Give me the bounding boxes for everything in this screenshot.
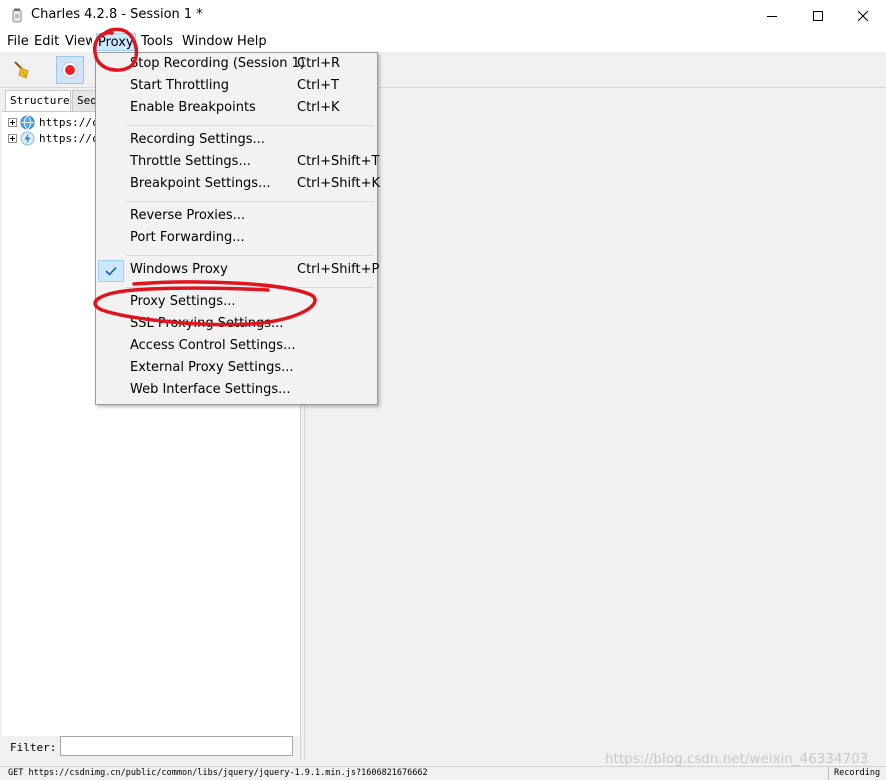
globe-icon — [20, 115, 35, 129]
menu-item-reverse-proxies[interactable]: Reverse Proxies... — [97, 206, 377, 228]
menu-tools[interactable]: Tools — [140, 33, 174, 51]
menu-item-proxy-settings[interactable]: Proxy Settings... — [97, 292, 377, 314]
menu-item-shortcut: Ctrl+Shift+P — [297, 262, 380, 277]
tab-structure[interactable]: Structure — [5, 90, 71, 112]
status-bar: GET https://csdnimg.cn/public/common/lib… — [0, 766, 886, 780]
minimize-icon — [767, 16, 777, 17]
proxy-menu: Stop Recording (Session 1) Ctrl+R Start … — [95, 52, 380, 405]
tree-node[interactable]: https://c — [8, 114, 99, 130]
menu-window[interactable]: Window — [181, 33, 234, 51]
menu-item-label: Port Forwarding... — [130, 230, 245, 245]
menu-separator — [126, 255, 374, 256]
filter-label: Filter: — [10, 741, 57, 754]
charles-jar-icon — [12, 8, 22, 23]
watermark: https://blog.csdn.net/weixin_46334703 — [605, 751, 869, 767]
menu-item-label: Breakpoint Settings... — [130, 176, 271, 191]
title-bar: Charles 4.2.8 - Session 1 * — [0, 0, 886, 32]
menu-item-label: Access Control Settings... — [130, 338, 296, 353]
menu-view[interactable]: View — [64, 33, 92, 51]
window-title: Charles 4.2.8 - Session 1 * — [31, 7, 203, 22]
menu-separator — [126, 287, 374, 288]
menu-item-enable-breakpoints[interactable]: Enable Breakpoints Ctrl+K — [97, 98, 377, 120]
lightning-icon — [20, 131, 35, 145]
menu-item-label: Start Throttling — [130, 78, 229, 93]
record-button[interactable] — [56, 56, 84, 84]
filter-input[interactable] — [60, 736, 293, 756]
menu-file[interactable]: File — [6, 33, 30, 51]
menu-edit[interactable]: Edit — [33, 33, 60, 51]
maximize-icon — [813, 11, 823, 21]
menu-item-label: Throttle Settings... — [130, 154, 251, 169]
tree-node-label: https://c — [39, 115, 99, 129]
menu-item-shortcut: Ctrl+Shift+T — [297, 154, 380, 169]
menu-item-throttle-settings[interactable]: Throttle Settings... Ctrl+Shift+T — [97, 152, 380, 174]
menu-item-recording-settings[interactable]: Recording Settings... — [97, 130, 377, 152]
menu-item-shortcut: Ctrl+T — [297, 78, 339, 93]
tree-node-label: https://c — [39, 131, 99, 145]
menu-item-port-forwarding[interactable]: Port Forwarding... — [97, 228, 377, 250]
filter-bar: Filter: — [2, 736, 300, 760]
record-icon — [62, 62, 78, 78]
menu-bar: File Edit View Proxy Tools Window Help — [0, 32, 886, 52]
minimize-button[interactable] — [749, 0, 795, 32]
menu-item-label: SSL Proxying Settings... — [130, 316, 284, 331]
menu-proxy[interactable]: Proxy — [96, 33, 136, 51]
expand-icon[interactable] — [8, 117, 17, 127]
broom-icon — [14, 61, 29, 79]
maximize-button[interactable] — [795, 0, 841, 32]
menu-item-windows-proxy[interactable]: Windows Proxy Ctrl+Shift+P — [97, 260, 380, 282]
clear-session-button[interactable] — [8, 56, 36, 84]
checkmark-box — [98, 260, 124, 282]
menu-item-label: Windows Proxy — [130, 262, 228, 277]
checkmark-icon — [105, 266, 117, 276]
menu-item-label: Reverse Proxies... — [130, 208, 246, 223]
menu-item-label: External Proxy Settings... — [130, 360, 294, 375]
menu-item-stop-recording[interactable]: Stop Recording (Session 1) Ctrl+R — [97, 54, 377, 76]
menu-separator — [126, 125, 374, 126]
menu-item-breakpoint-settings[interactable]: Breakpoint Settings... Ctrl+Shift+K — [97, 174, 380, 196]
menu-item-shortcut: Ctrl+R — [297, 56, 341, 71]
detail-panel — [304, 88, 886, 760]
menu-item-label: Enable Breakpoints — [130, 100, 256, 115]
tree-node[interactable]: https://c — [8, 130, 99, 146]
recording-status-badge[interactable]: Recording — [828, 767, 886, 780]
menu-item-external-proxy-settings[interactable]: External Proxy Settings... — [97, 358, 377, 380]
status-text: GET https://csdnimg.cn/public/common/lib… — [8, 768, 428, 778]
menu-item-ssl-proxying-settings[interactable]: SSL Proxying Settings... — [97, 314, 377, 336]
menu-separator — [126, 201, 374, 202]
menu-item-web-interface-settings[interactable]: Web Interface Settings... — [97, 380, 377, 402]
menu-item-label: Web Interface Settings... — [130, 382, 291, 397]
expand-icon[interactable] — [8, 133, 17, 143]
close-icon — [857, 10, 869, 22]
menu-help[interactable]: Help — [236, 33, 268, 51]
menu-item-access-control-settings[interactable]: Access Control Settings... — [97, 336, 377, 358]
menu-item-label: Proxy Settings... — [130, 294, 236, 309]
menu-item-shortcut: Ctrl+K — [297, 100, 340, 115]
menu-item-start-throttling[interactable]: Start Throttling Ctrl+T — [97, 76, 377, 98]
menu-item-label: Recording Settings... — [130, 132, 265, 147]
close-button[interactable] — [840, 0, 886, 32]
menu-item-label: Stop Recording (Session 1) — [130, 56, 305, 71]
menu-item-shortcut: Ctrl+Shift+K — [297, 176, 380, 191]
